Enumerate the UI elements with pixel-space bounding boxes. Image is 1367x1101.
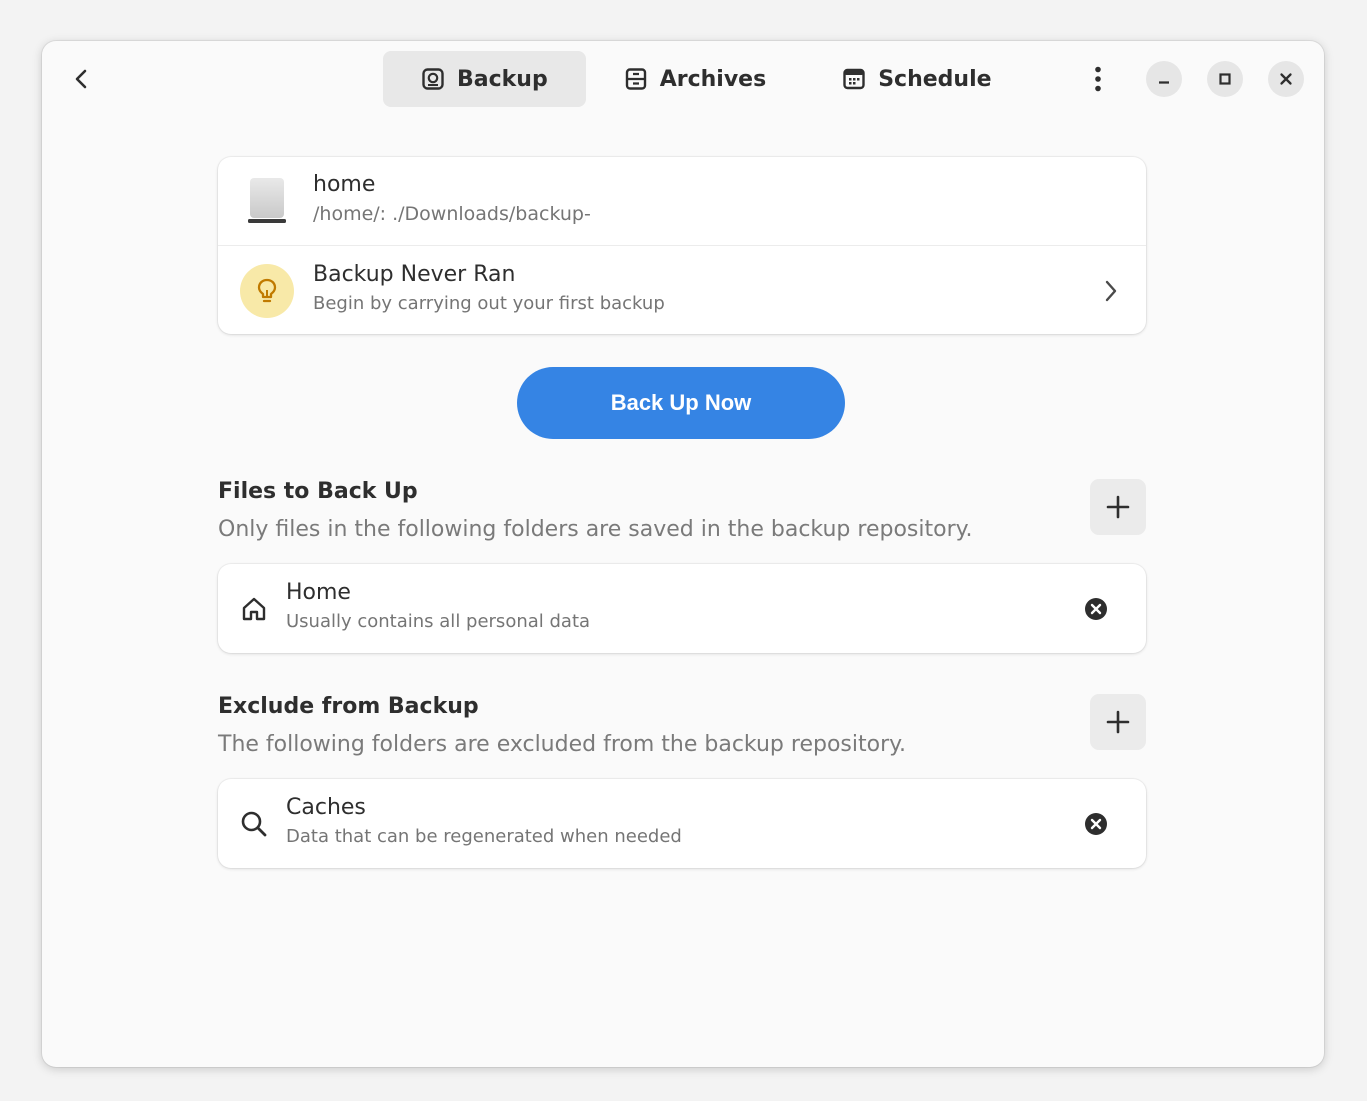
minimize-button[interactable] xyxy=(1146,61,1182,97)
archives-icon xyxy=(625,68,646,90)
back-button[interactable] xyxy=(62,59,102,99)
include-item-title: Home xyxy=(286,580,351,605)
tab-backup-label: Backup xyxy=(457,66,548,92)
tab-schedule[interactable]: Schedule xyxy=(804,51,1029,107)
include-item-subtitle: Usually contains all personal data xyxy=(286,611,591,632)
tab-backup[interactable]: Backup xyxy=(383,51,586,107)
remove-circle-icon xyxy=(1085,597,1107,620)
exclude-list: Caches Data that can be regenerated when… xyxy=(218,779,1146,868)
include-section-title: Files to Back Up xyxy=(218,479,418,504)
vertical-dots-icon xyxy=(1095,66,1101,92)
repository-row[interactable]: home /home/: ./Downloads/backup- xyxy=(218,157,1146,245)
search-icon xyxy=(241,811,267,837)
maximize-button[interactable] xyxy=(1207,61,1243,97)
calendar-icon xyxy=(843,68,865,90)
backup-icon xyxy=(422,68,444,90)
exclude-item-caches[interactable]: Caches Data that can be regenerated when… xyxy=(218,779,1146,868)
tab-schedule-label: Schedule xyxy=(878,66,992,92)
chevron-right-icon xyxy=(1105,280,1117,302)
home-icon xyxy=(242,597,266,621)
chevron-left-icon xyxy=(75,69,87,89)
minimize-icon xyxy=(1159,81,1169,84)
repository-path: /home/: ./Downloads/backup- xyxy=(313,203,591,225)
include-item-home[interactable]: Home Usually contains all personal data xyxy=(218,564,1146,653)
tab-archives-label: Archives xyxy=(659,66,767,92)
remove-circle-icon xyxy=(1085,812,1107,835)
view-switcher: Backup Archives Schedule xyxy=(383,51,1030,107)
plus-icon xyxy=(1106,495,1130,519)
status-row[interactable]: Backup Never Ran Begin by carrying out y… xyxy=(218,246,1146,334)
status-subtitle: Begin by carrying out your first backup xyxy=(313,293,665,314)
status-title: Backup Never Ran xyxy=(313,262,516,287)
add-exclude-button[interactable] xyxy=(1090,694,1146,750)
close-icon xyxy=(1280,73,1292,85)
status-icon-badge xyxy=(240,264,294,318)
maximize-icon xyxy=(1219,73,1231,85)
repository-card: home /home/: ./Downloads/backup- Backup … xyxy=(218,157,1146,334)
add-include-button[interactable] xyxy=(1090,479,1146,535)
app-window: Backup Archives Schedule home /home/: ./… xyxy=(42,41,1324,1067)
exclude-section-title: Exclude from Backup xyxy=(218,694,479,719)
remove-exclude-button[interactable] xyxy=(1082,810,1110,838)
lightbulb-icon xyxy=(257,278,277,303)
exclude-item-title: Caches xyxy=(286,795,366,820)
close-button[interactable] xyxy=(1268,61,1304,97)
plus-icon xyxy=(1106,710,1130,734)
exclude-item-subtitle: Data that can be regenerated when needed xyxy=(286,826,682,847)
remove-include-button[interactable] xyxy=(1082,595,1110,623)
include-section-description: Only files in the following folders are … xyxy=(218,517,973,542)
exclude-section-description: The following folders are excluded from … xyxy=(218,732,906,757)
tab-archives[interactable]: Archives xyxy=(586,51,804,107)
back-up-now-button[interactable]: Back Up Now xyxy=(517,367,845,439)
include-list: Home Usually contains all personal data xyxy=(218,564,1146,653)
main-menu-button[interactable] xyxy=(1080,61,1116,97)
drive-icon xyxy=(248,177,286,225)
repository-title: home xyxy=(313,172,376,197)
